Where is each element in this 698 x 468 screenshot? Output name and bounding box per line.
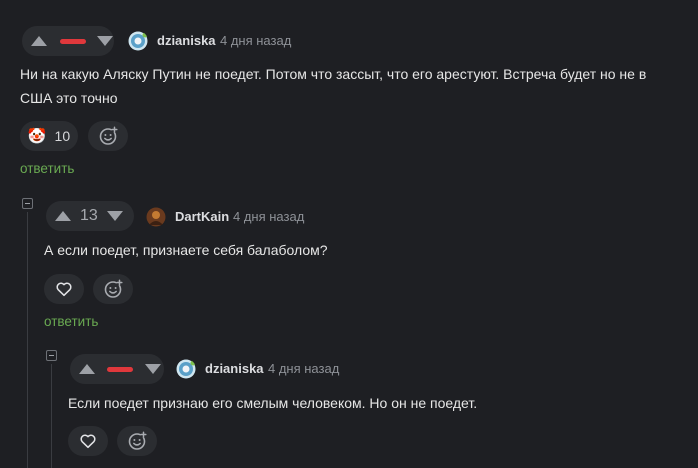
vote-control: 13: [46, 201, 134, 231]
add-reaction-button[interactable]: [88, 121, 128, 151]
add-reaction-icon: [99, 126, 118, 145]
timestamp[interactable]: 4 дня назад: [233, 209, 304, 224]
username[interactable]: dzianiska: [157, 33, 216, 48]
avatar[interactable]: [128, 31, 148, 51]
thread-line[interactable]: [27, 212, 28, 468]
heart-icon: [56, 282, 72, 297]
thread-line[interactable]: [51, 364, 52, 468]
username[interactable]: DartKain: [175, 209, 229, 224]
comment-text: А если поедет, признаете себя балаболом?: [44, 242, 328, 258]
timestamp[interactable]: 4 дня назад: [220, 33, 291, 48]
comment-text: Ни на какую Аляску Путин не поедет. Пото…: [20, 66, 647, 106]
add-reaction-icon: [104, 279, 123, 298]
like-button[interactable]: [68, 426, 108, 456]
clown-emoji-icon: 🤡: [27, 128, 47, 145]
add-reaction-button[interactable]: [93, 274, 133, 304]
like-button[interactable]: [44, 274, 84, 304]
reaction-count: 10: [54, 128, 71, 144]
collapse-icon[interactable]: [46, 350, 57, 361]
arrow-down-icon[interactable]: [145, 364, 161, 374]
negative-rating-indicator: [60, 38, 86, 44]
vote-control: [70, 354, 164, 384]
add-reaction-icon: [128, 431, 147, 450]
username[interactable]: dzianiska: [205, 361, 264, 376]
heart-icon: [80, 434, 96, 449]
comment-text: Если поедет признаю его смелым человеком…: [68, 395, 478, 411]
negative-rating-indicator: [107, 366, 133, 372]
reply-link[interactable]: ответить: [20, 161, 74, 176]
arrow-up-icon[interactable]: [31, 36, 47, 46]
collapse-icon[interactable]: [22, 198, 33, 209]
rating-count: 13: [80, 207, 98, 224]
arrow-down-icon[interactable]: [97, 36, 113, 46]
avatar[interactable]: [176, 359, 196, 379]
avatar[interactable]: [146, 207, 166, 227]
timestamp[interactable]: 4 дня назад: [268, 361, 339, 376]
arrow-down-icon[interactable]: [106, 211, 123, 221]
reaction-button[interactable]: 🤡 10: [20, 121, 78, 151]
vote-control: [22, 26, 114, 56]
add-reaction-button[interactable]: [117, 426, 157, 456]
arrow-up-icon[interactable]: [55, 211, 71, 221]
arrow-up-icon[interactable]: [79, 364, 95, 374]
reply-link[interactable]: ответить: [44, 314, 98, 329]
